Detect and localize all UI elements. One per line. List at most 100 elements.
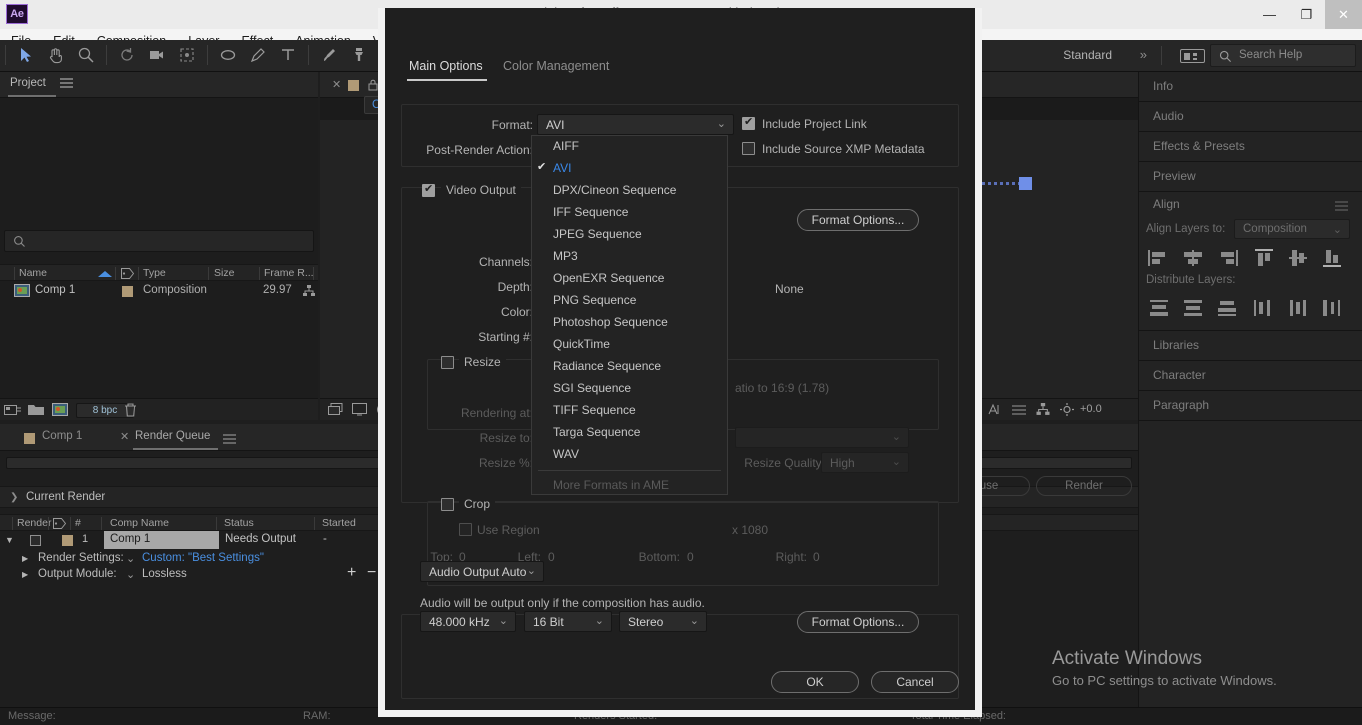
column-type[interactable]: Type [143, 267, 166, 279]
crop-checkbox[interactable] [441, 498, 454, 511]
fast-previews-icon[interactable] [988, 403, 1002, 419]
tab-comp1[interactable]: Comp 1 [42, 430, 82, 442]
align-bottom-icon[interactable] [1320, 248, 1348, 270]
hand-tool-icon[interactable] [41, 40, 71, 71]
composition-flowchart-icon[interactable] [303, 285, 315, 300]
align-horizontal-center-icon[interactable] [1181, 248, 1209, 270]
crop-left-value[interactable]: 0 [548, 550, 555, 564]
column-comp-name[interactable]: Comp Name [110, 517, 169, 529]
search-help-input[interactable]: Search Help [1210, 44, 1356, 67]
crop-bottom-value[interactable]: 0 [687, 550, 694, 564]
project-panel-tab[interactable]: Project [10, 77, 46, 89]
add-output-module-icon[interactable]: + [347, 564, 356, 582]
tab-main-options[interactable]: Main Options [409, 59, 483, 73]
show-snapshot-icon[interactable] [352, 403, 367, 419]
ok-button[interactable]: OK [771, 671, 859, 693]
dropdown-item-aiff[interactable]: AIFF [532, 136, 727, 158]
sort-ascending-icon[interactable] [98, 271, 112, 277]
distribute-bottom-icon[interactable] [1215, 298, 1243, 320]
exposure-value[interactable]: +0.0 [1080, 403, 1102, 415]
sidebar-item-preview[interactable]: Preview [1139, 162, 1362, 192]
column-name[interactable]: Name [19, 267, 47, 279]
remove-output-module-icon[interactable]: − [367, 564, 376, 582]
close-icon[interactable]: ✕ [120, 430, 129, 443]
column-number[interactable]: # [75, 517, 81, 529]
expand-triangle-icon[interactable]: ▶ [22, 570, 28, 579]
crop-right-value[interactable]: 0 [813, 550, 820, 564]
include-xmp-checkbox[interactable] [742, 142, 755, 155]
format-dropdown-menu[interactable]: AIFF ✔ AVI DPX/Cineon Sequence IFF Seque… [531, 135, 728, 495]
dropdown-item-wav[interactable]: WAV [532, 444, 727, 466]
new-folder-icon[interactable] [28, 403, 44, 419]
shape-tool-icon[interactable] [213, 40, 243, 71]
render-settings-value[interactable]: Custom: "Best Settings" [142, 552, 264, 564]
sidebar-item-libraries[interactable]: Libraries [1139, 331, 1362, 361]
distribute-vertical-center-icon[interactable] [1181, 298, 1209, 320]
tab-color-management[interactable]: Color Management [503, 59, 609, 73]
expand-triangle-icon[interactable]: ▼ [5, 535, 14, 545]
dropdown-item-radiance-sequence[interactable]: Radiance Sequence [532, 356, 727, 378]
anchor-point-tool-icon[interactable] [172, 40, 202, 71]
audio-channels-select[interactable]: Stereo ⌄ [619, 611, 707, 632]
dropdown-item-sgi-sequence[interactable]: SGI Sequence [532, 378, 727, 400]
column-size[interactable]: Size [214, 267, 234, 279]
selection-tool-icon[interactable] [11, 40, 41, 71]
dropdown-item-dpx-cineon-sequence[interactable]: DPX/Cineon Sequence [532, 180, 727, 202]
audio-rate-select[interactable]: 48.000 kHz ⌄ [420, 611, 516, 632]
project-list-item[interactable]: Comp 1 Composition 29.97 [0, 281, 318, 300]
column-render[interactable]: Render [17, 517, 51, 529]
dropdown-item-avi[interactable]: ✔ AVI [532, 158, 727, 180]
include-project-link-checkbox[interactable] [742, 115, 755, 130]
hamburger-icon[interactable] [1335, 200, 1348, 214]
sidebar-item-character[interactable]: Character [1139, 361, 1362, 391]
new-composition-icon[interactable] [52, 403, 68, 419]
dropdown-item-quicktime[interactable]: QuickTime [532, 334, 727, 356]
comp-flowchart-icon[interactable] [1036, 403, 1050, 419]
hamburger-icon[interactable] [223, 433, 236, 447]
align-left-icon[interactable] [1147, 248, 1175, 270]
lock-icon[interactable] [368, 79, 378, 94]
reset-exposure-icon[interactable] [1060, 403, 1074, 419]
resize-quality-select[interactable]: High ⌄ [821, 452, 909, 473]
distribute-right-icon[interactable] [1320, 298, 1348, 320]
format-select[interactable]: AVI ⌄ [537, 114, 734, 135]
sidebar-item-effects-presets[interactable]: Effects & Presets [1139, 132, 1362, 162]
distribute-top-icon[interactable] [1147, 298, 1175, 320]
chevron-right-icon[interactable]: ❯ [10, 492, 18, 503]
render-checkbox[interactable] [30, 535, 41, 546]
use-region-checkbox[interactable] [459, 523, 472, 536]
window-maximize-button[interactable]: ❐ [1288, 0, 1325, 29]
sidebar-item-audio[interactable]: Audio [1139, 102, 1362, 132]
close-icon[interactable]: ✕ [332, 78, 341, 91]
workspace-overflow-icon[interactable]: » [1140, 47, 1147, 62]
resize-to-select[interactable]: ⌄ [735, 427, 909, 448]
sidebar-item-info[interactable]: Info [1139, 72, 1362, 102]
project-search-input[interactable] [4, 230, 314, 252]
video-output-checkbox[interactable] [422, 182, 435, 197]
render-button[interactable]: Render [1036, 476, 1132, 496]
zoom-tool-icon[interactable] [71, 40, 101, 71]
dropdown-item-openexr-sequence[interactable]: OpenEXR Sequence [532, 268, 727, 290]
dropdown-item-targa-sequence[interactable]: Targa Sequence [532, 422, 727, 444]
workspace-label[interactable]: Standard [1063, 48, 1112, 62]
brush-tool-icon[interactable] [314, 40, 344, 71]
audio-output-mode-select[interactable]: Audio Output Auto ⌄ [420, 561, 544, 582]
audio-depth-select[interactable]: 16 Bit ⌄ [524, 611, 612, 632]
camera-tool-icon[interactable] [142, 40, 172, 71]
audio-format-options-button[interactable]: Format Options... [797, 611, 919, 633]
column-framerate[interactable]: Frame R... [264, 267, 314, 279]
column-started[interactable]: Started [322, 517, 356, 529]
shape-layer-handle[interactable] [1019, 177, 1032, 190]
align-right-icon[interactable] [1215, 248, 1243, 270]
cancel-button[interactable]: Cancel [871, 671, 959, 693]
window-close-button[interactable]: ✕ [1325, 0, 1362, 29]
label-color-swatch[interactable] [62, 535, 73, 546]
tab-render-queue[interactable]: Render Queue [135, 430, 210, 442]
dropdown-item-photoshop-sequence[interactable]: Photoshop Sequence [532, 312, 727, 334]
sidebar-item-paragraph[interactable]: Paragraph [1139, 391, 1362, 421]
timeline-icon[interactable] [1012, 403, 1026, 419]
align-top-icon[interactable] [1252, 248, 1280, 270]
clone-stamp-tool-icon[interactable] [344, 40, 374, 71]
align-vertical-center-icon[interactable] [1286, 248, 1314, 270]
window-minimize-button[interactable]: — [1251, 0, 1288, 29]
